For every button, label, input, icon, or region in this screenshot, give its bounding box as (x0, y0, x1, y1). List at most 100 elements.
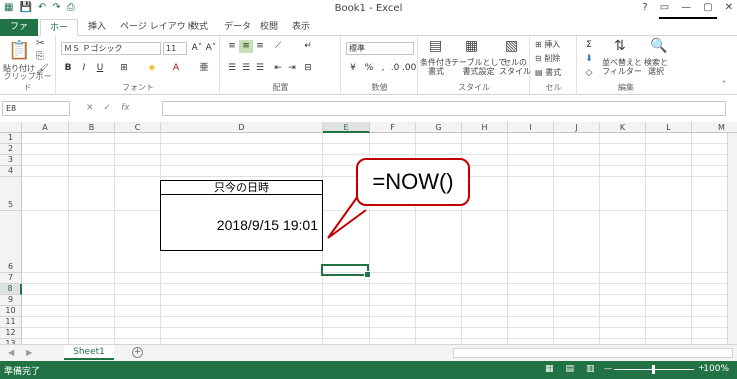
format-cells-button[interactable]: ▤ 書式 (535, 67, 561, 78)
cancel-icon[interactable]: ✕ (86, 103, 94, 113)
column-header-k[interactable]: K (600, 122, 646, 133)
align-bottom-icon[interactable]: ≡ (253, 40, 267, 53)
indent-decrease-icon[interactable]: ⇤ (271, 62, 285, 75)
insert-function-icon[interactable]: fx (121, 103, 130, 113)
delete-cells-button[interactable]: ⊟ 削除 (535, 53, 560, 64)
tab-file[interactable]: ファイル (0, 19, 38, 48)
normal-view-icon[interactable]: ▦ (545, 364, 554, 374)
tab-data[interactable]: データ (218, 19, 257, 36)
find-select-button[interactable]: 検索と 選択 (644, 58, 668, 76)
worksheet-grid[interactable]: ABCDEFGHIJKLM 123456789101112131415 只今の日… (0, 122, 737, 344)
wrap-text-icon[interactable]: ↵ (301, 40, 315, 53)
row-header-1[interactable]: 1 (0, 133, 22, 144)
enter-icon[interactable]: ✓ (104, 103, 112, 113)
row-header-8[interactable]: 8 (0, 284, 22, 295)
zoom-out-icon[interactable]: — (604, 364, 612, 373)
row-header-10[interactable]: 10 (0, 306, 22, 317)
fill-icon[interactable]: ⬇ (582, 53, 596, 66)
find-select-icon[interactable]: 🔍 (650, 38, 667, 54)
row-header-9[interactable]: 9 (0, 295, 22, 306)
autosum-icon[interactable]: Σ (582, 39, 596, 52)
tab-insert[interactable]: 挿入 (82, 19, 112, 36)
currency-icon[interactable]: ¥ (346, 62, 360, 75)
cell-styles-icon[interactable]: ▧ (505, 38, 518, 54)
phonetic-icon[interactable]: 亜 (197, 62, 211, 75)
font-grow-icon[interactable]: A˄ (190, 42, 204, 55)
zoom-level[interactable]: 100% (703, 364, 729, 374)
sort-filter-icon[interactable]: ⇅ (614, 38, 626, 54)
tab-formulas[interactable]: 数式 (184, 19, 214, 36)
page-layout-view-icon[interactable]: ▤ (566, 364, 575, 374)
prev-sheet-icon[interactable]: ◀ (8, 348, 14, 357)
tab-view[interactable]: 表示 (286, 19, 316, 36)
insert-cells-button[interactable]: ⊞ 挿入 (535, 39, 560, 50)
copy-icon[interactable]: ⎘ (36, 51, 44, 62)
row-header-5[interactable]: 5 (0, 177, 22, 211)
zoom-slider-knob[interactable] (652, 365, 655, 374)
font-name-select[interactable]: ＭＳ Ｐゴシック (61, 42, 161, 55)
align-right-icon[interactable]: ☰ (253, 62, 267, 75)
fill-color-icon[interactable]: ◈ (145, 62, 159, 75)
column-header-c[interactable]: C (115, 122, 161, 133)
row-header-12[interactable]: 12 (0, 328, 22, 339)
font-shrink-icon[interactable]: A˅ (204, 42, 218, 55)
ribbon-display-icon[interactable]: ▭ (660, 2, 669, 13)
vertical-scrollbar[interactable] (727, 133, 737, 344)
format-as-table-icon[interactable]: ▦ (465, 38, 478, 54)
row-header-7[interactable]: 7 (0, 273, 22, 284)
select-all-corner[interactable] (0, 122, 22, 133)
cut-icon[interactable]: ✂ (36, 38, 44, 49)
conditional-format-button[interactable]: 条件付き 書式 (420, 58, 452, 76)
column-header-l[interactable]: L (646, 122, 692, 133)
align-top-icon[interactable]: ≡ (225, 40, 239, 53)
formula-input[interactable] (162, 101, 726, 116)
decrease-decimal-icon[interactable]: .00 (402, 62, 416, 75)
italic-icon[interactable]: I (77, 62, 91, 75)
column-header-d[interactable]: D (161, 122, 323, 133)
paste-icon[interactable]: 📋 (8, 40, 30, 61)
column-header-f[interactable]: F (370, 122, 416, 133)
minimize-icon[interactable]: — (681, 2, 691, 13)
cell-styles-button[interactable]: セルの スタイル (499, 58, 531, 76)
column-header-e[interactable]: E (323, 122, 370, 133)
borders-icon[interactable]: ⊞ (117, 62, 131, 75)
horizontal-scrollbar[interactable] (453, 348, 733, 358)
align-middle-icon[interactable]: ≡ (239, 40, 253, 53)
name-box[interactable]: E8 (2, 101, 70, 116)
add-sheet-icon[interactable]: + (132, 347, 143, 358)
sort-filter-button[interactable]: 並べ替えと フィルター (602, 58, 642, 76)
percent-icon[interactable]: % (362, 62, 376, 75)
next-sheet-icon[interactable]: ▶ (26, 348, 32, 357)
sheet-tab-sheet1[interactable]: Sheet1 (64, 345, 114, 360)
close-icon[interactable]: ✕ (725, 2, 733, 13)
column-header-g[interactable]: G (416, 122, 462, 133)
align-left-icon[interactable]: ☰ (225, 62, 239, 75)
column-header-m[interactable]: M (692, 122, 737, 133)
cell-d6-datetime[interactable]: 2018/9/15 19:01 (160, 195, 323, 251)
row-header-4[interactable]: 4 (0, 166, 22, 177)
format-as-table-button[interactable]: テーブルとして 書式設定 (451, 58, 506, 76)
column-header-h[interactable]: H (462, 122, 508, 133)
column-header-i[interactable]: I (508, 122, 554, 133)
bold-icon[interactable]: B (61, 62, 75, 75)
maximize-icon[interactable]: ▢ (703, 2, 712, 13)
clear-icon[interactable]: ◇ (582, 67, 596, 80)
row-header-2[interactable]: 2 (0, 144, 22, 155)
tab-home[interactable]: ホーム (40, 19, 78, 49)
font-color-icon[interactable]: A (169, 62, 183, 75)
help-icon[interactable]: ? (642, 2, 647, 13)
column-header-a[interactable]: A (22, 122, 69, 133)
row-header-3[interactable]: 3 (0, 155, 22, 166)
page-break-view-icon[interactable]: ▥ (586, 364, 595, 374)
column-header-b[interactable]: B (69, 122, 115, 133)
underline-icon[interactable]: U (93, 62, 107, 75)
cell-d5-heading[interactable]: 只今の日時 (160, 180, 323, 195)
increase-decimal-icon[interactable]: .0 (388, 62, 402, 75)
active-cell-e8[interactable] (321, 264, 371, 278)
column-header-j[interactable]: J (554, 122, 600, 133)
align-center-icon[interactable]: ☰ (239, 62, 253, 75)
collapse-ribbon-icon[interactable]: ˄ (722, 80, 726, 89)
number-format-select[interactable]: 標準 (346, 42, 414, 55)
indent-increase-icon[interactable]: ⇥ (285, 62, 299, 75)
conditional-format-icon[interactable]: ▤ (429, 38, 442, 54)
